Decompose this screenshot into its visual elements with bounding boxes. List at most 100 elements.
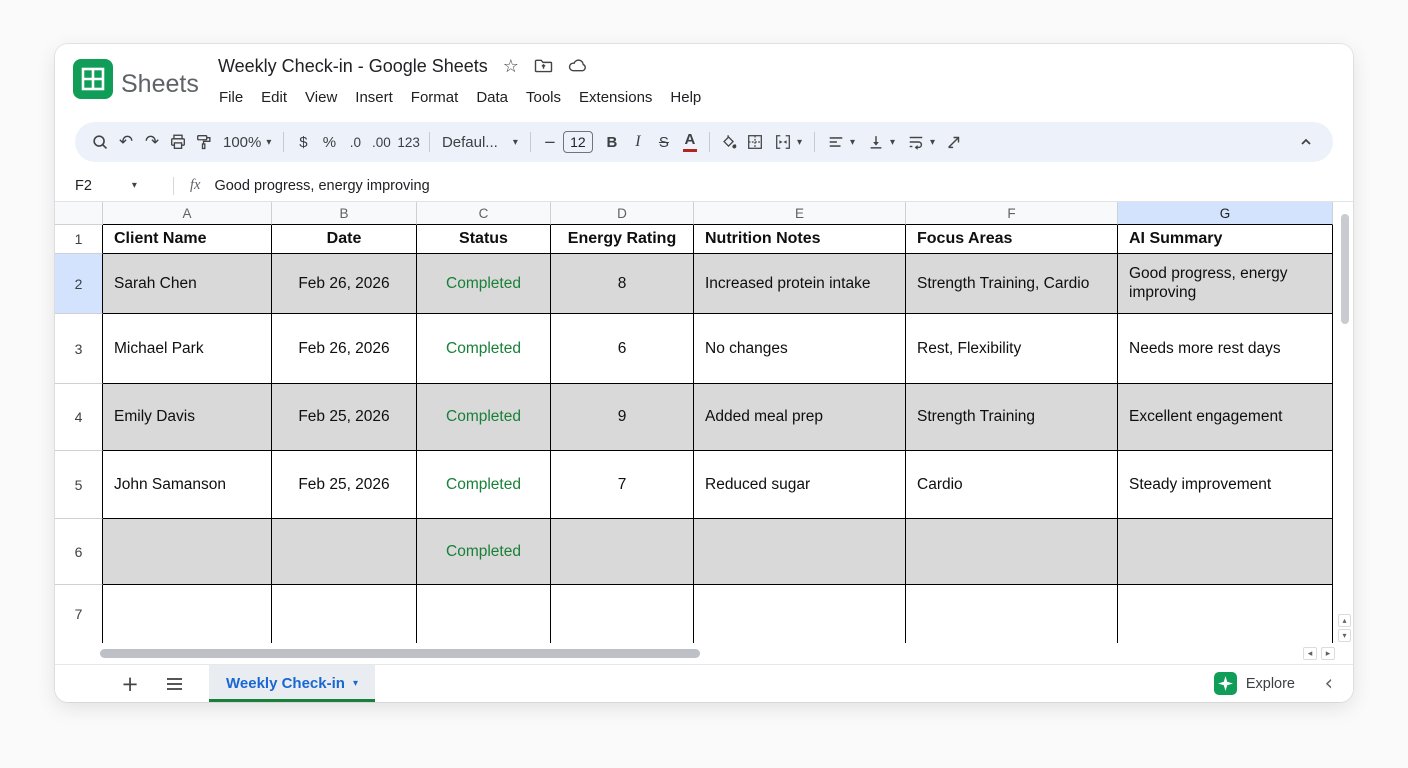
- borders-button[interactable]: [742, 128, 768, 156]
- cell-date[interactable]: [272, 585, 417, 643]
- merge-cells-button[interactable]: ▾: [768, 128, 808, 156]
- increase-decimal-button[interactable]: .00: [368, 128, 394, 156]
- italic-button[interactable]: I: [625, 128, 651, 156]
- cell-client[interactable]: [103, 585, 272, 643]
- text-rotation-button[interactable]: [941, 128, 967, 156]
- cell-summary[interactable]: Steady improvement: [1118, 451, 1333, 519]
- cell-focus[interactable]: [906, 519, 1118, 585]
- cell-status[interactable]: Completed: [417, 519, 551, 585]
- cell-summary[interactable]: [1118, 585, 1333, 643]
- header-focus-areas[interactable]: Focus Areas: [906, 225, 1118, 254]
- number-format-button[interactable]: 123: [394, 128, 423, 156]
- cell-energy[interactable]: 8: [551, 254, 694, 314]
- cell-client[interactable]: Emily Davis: [103, 384, 272, 451]
- text-color-button[interactable]: A: [677, 128, 703, 156]
- percent-format-button[interactable]: %: [316, 128, 342, 156]
- scroll-down-button[interactable]: ▾: [1338, 629, 1351, 642]
- redo-icon[interactable]: ↷: [139, 128, 165, 156]
- cell-nutrition[interactable]: No changes: [694, 314, 906, 384]
- font-select[interactable]: Defaul... ▾: [436, 128, 524, 156]
- header-date[interactable]: Date: [272, 225, 417, 254]
- menu-view[interactable]: View: [296, 86, 346, 109]
- scroll-left-button[interactable]: ◂: [1303, 647, 1317, 660]
- menu-extensions[interactable]: Extensions: [570, 86, 661, 109]
- row-header-7[interactable]: 7: [55, 585, 103, 643]
- collapse-panel-icon[interactable]: ‹: [1325, 671, 1333, 695]
- select-all-corner[interactable]: [55, 202, 103, 225]
- menu-insert[interactable]: Insert: [346, 86, 402, 109]
- cell-energy[interactable]: [551, 585, 694, 643]
- cell-nutrition[interactable]: [694, 585, 906, 643]
- scroll-right-button[interactable]: ▸: [1321, 647, 1335, 660]
- zoom-select[interactable]: 100% ▾: [217, 128, 277, 156]
- currency-format-button[interactable]: $: [290, 128, 316, 156]
- decrease-font-size-button[interactable]: −: [537, 128, 563, 156]
- column-header-d[interactable]: D: [551, 202, 694, 225]
- header-energy-rating[interactable]: Energy Rating: [551, 225, 694, 254]
- header-nutrition-notes[interactable]: Nutrition Notes: [694, 225, 906, 254]
- decrease-decimal-button[interactable]: .0: [342, 128, 368, 156]
- cell-nutrition[interactable]: Increased protein intake: [694, 254, 906, 314]
- row-header-6[interactable]: 6: [55, 519, 103, 585]
- column-header-c[interactable]: C: [417, 202, 551, 225]
- column-header-b[interactable]: B: [272, 202, 417, 225]
- cell-nutrition[interactable]: Reduced sugar: [694, 451, 906, 519]
- cell-date[interactable]: Feb 26, 2026: [272, 254, 417, 314]
- undo-icon[interactable]: ↶: [113, 128, 139, 156]
- scroll-up-button[interactable]: ▴: [1338, 614, 1351, 627]
- cell-summary[interactable]: Needs more rest days: [1118, 314, 1333, 384]
- vertical-scrollbar[interactable]: [1341, 214, 1349, 324]
- cell-date[interactable]: Feb 26, 2026: [272, 314, 417, 384]
- cell-status[interactable]: Completed: [417, 254, 551, 314]
- cell-energy[interactable]: [551, 519, 694, 585]
- cell-nutrition[interactable]: [694, 519, 906, 585]
- cell-client[interactable]: Michael Park: [103, 314, 272, 384]
- cell-nutrition[interactable]: Added meal prep: [694, 384, 906, 451]
- collapse-toolbar-button[interactable]: [1293, 128, 1319, 156]
- cell-focus[interactable]: Strength Training: [906, 384, 1118, 451]
- add-sheet-button[interactable]: +: [117, 672, 143, 696]
- cell-client[interactable]: [103, 519, 272, 585]
- cell-date[interactable]: [272, 519, 417, 585]
- cell-status[interactable]: Completed: [417, 451, 551, 519]
- horizontal-scrollbar[interactable]: [100, 649, 700, 658]
- header-ai-summary[interactable]: AI Summary: [1118, 225, 1333, 254]
- cell-focus[interactable]: Rest, Flexibility: [906, 314, 1118, 384]
- sheets-logo-icon[interactable]: [73, 59, 113, 99]
- cell-client[interactable]: John Samanson: [103, 451, 272, 519]
- text-wrap-button[interactable]: ▾: [901, 128, 941, 156]
- paint-format-button[interactable]: [191, 128, 217, 156]
- cell-energy[interactable]: 9: [551, 384, 694, 451]
- menu-data[interactable]: Data: [467, 86, 517, 109]
- column-header-g[interactable]: G: [1118, 202, 1333, 225]
- explore-button[interactable]: Explore: [1214, 672, 1295, 695]
- cell-focus[interactable]: Strength Training, Cardio: [906, 254, 1118, 314]
- tab-weekly-check-in[interactable]: Weekly Check-in ▾: [209, 665, 375, 702]
- cloud-saved-icon[interactable]: [568, 58, 589, 76]
- cell-summary[interactable]: Excellent engagement: [1118, 384, 1333, 451]
- cell-focus[interactable]: Cardio: [906, 451, 1118, 519]
- cell-client[interactable]: Sarah Chen: [103, 254, 272, 314]
- menu-help[interactable]: Help: [661, 86, 710, 109]
- cell-summary-selected[interactable]: Good progress, energy improving: [1118, 254, 1333, 314]
- search-button[interactable]: [87, 128, 113, 156]
- cell-status[interactable]: Completed: [417, 314, 551, 384]
- document-title[interactable]: Weekly Check-in - Google Sheets: [218, 56, 488, 77]
- fill-color-button[interactable]: [716, 128, 742, 156]
- font-size-input[interactable]: 12: [563, 131, 593, 153]
- cell-summary[interactable]: [1118, 519, 1333, 585]
- column-header-f[interactable]: F: [906, 202, 1118, 225]
- cell-date[interactable]: Feb 25, 2026: [272, 384, 417, 451]
- horizontal-align-button[interactable]: ▾: [821, 128, 861, 156]
- print-button[interactable]: [165, 128, 191, 156]
- row-header-2[interactable]: 2: [55, 254, 103, 314]
- move-folder-icon[interactable]: [534, 57, 553, 76]
- header-client-name[interactable]: Client Name: [103, 225, 272, 254]
- cell-date[interactable]: Feb 25, 2026: [272, 451, 417, 519]
- cell-focus[interactable]: [906, 585, 1118, 643]
- menu-edit[interactable]: Edit: [252, 86, 296, 109]
- menu-file[interactable]: File: [210, 86, 252, 109]
- all-sheets-button[interactable]: [161, 677, 187, 691]
- row-header-3[interactable]: 3: [55, 314, 103, 384]
- cell-energy[interactable]: 7: [551, 451, 694, 519]
